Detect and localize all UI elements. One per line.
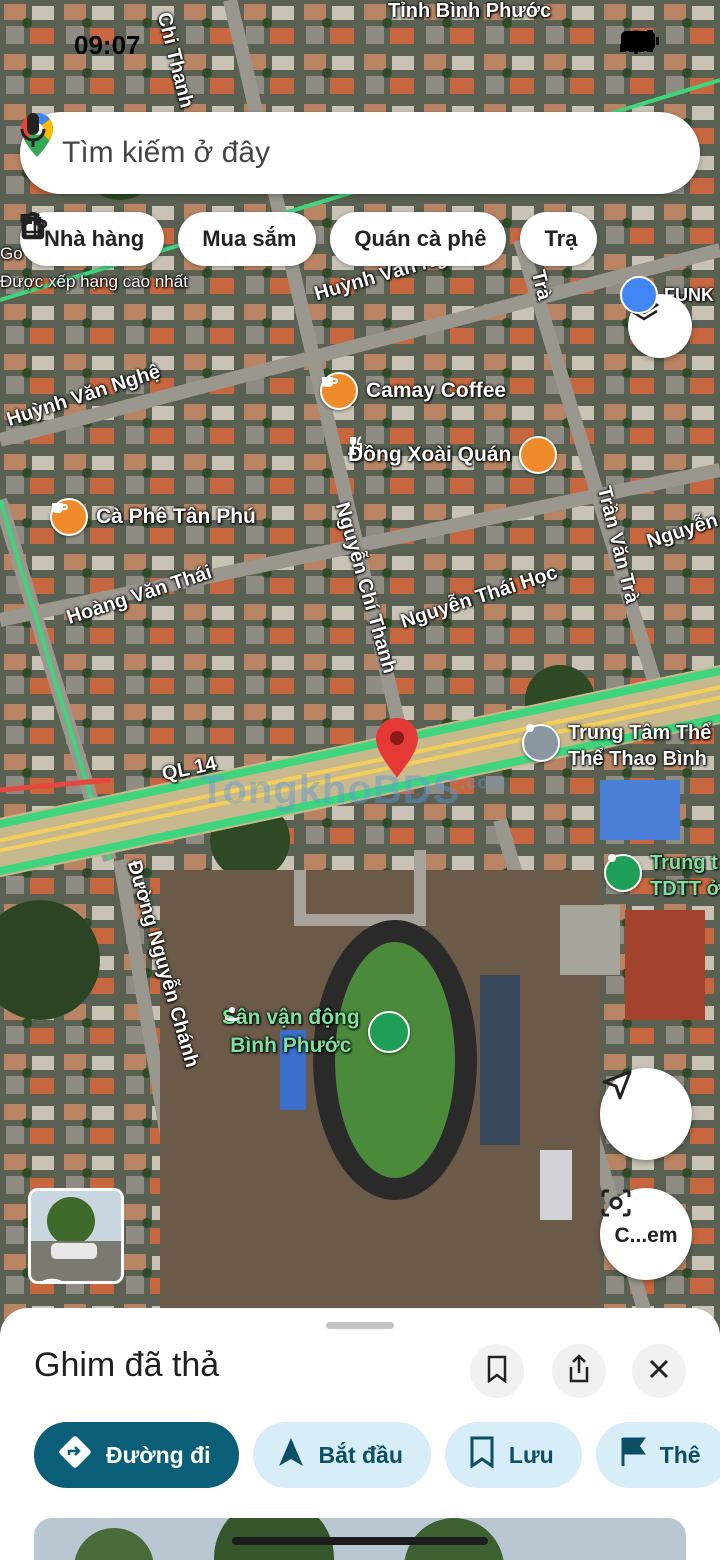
action-label: Đường đi bbox=[106, 1441, 211, 1468]
bookmark-icon bbox=[469, 1436, 495, 1474]
accessibility-poi-icon bbox=[620, 276, 658, 314]
category-chips: Nhà hàng Mua sắm Quán cà phê Trạ bbox=[20, 212, 598, 266]
poi-ca-phe-tan-phu[interactable]: Cà Phê Tân Phú bbox=[50, 498, 256, 536]
map-view[interactable]: TongkhoBDS.com Tỉnh Bình Phước Được xếp … bbox=[0, 0, 720, 1330]
street-view-thumbnail[interactable] bbox=[28, 1188, 124, 1284]
chip-gas-stations[interactable]: Trạ bbox=[21, 212, 598, 266]
stadium-icon bbox=[225, 1007, 410, 1053]
home-indicator[interactable] bbox=[232, 1537, 488, 1545]
poi-label: Trung Tâm Thể bbox=[568, 722, 712, 744]
directions-button[interactable]: Đường đi bbox=[34, 1422, 239, 1488]
action-label: Thê bbox=[659, 1441, 701, 1468]
chip-shopping[interactable]: Mua sắm bbox=[21, 212, 317, 266]
poi-trung-tam-the-thao[interactable]: Trung Tâm Thể Thể Thao Bình bbox=[522, 720, 711, 772]
navigation-arrow-icon bbox=[277, 1436, 305, 1474]
poi-san-van-dong[interactable]: Sân vận động Bình Phước bbox=[222, 1004, 410, 1060]
restaurant-icon bbox=[350, 436, 558, 474]
poi-label: Đồng Xoài Quán bbox=[348, 443, 512, 466]
camera-button-label: C...em bbox=[614, 1224, 678, 1247]
share-button[interactable] bbox=[552, 1344, 606, 1398]
start-button[interactable]: Bắt đầu bbox=[252, 1422, 431, 1488]
region-label: Tỉnh Bình Phước bbox=[388, 0, 552, 22]
camera-search-button[interactable]: C...em bbox=[600, 1188, 692, 1280]
my-location-button[interactable] bbox=[600, 1068, 692, 1160]
poi-label: Sân vận động bbox=[222, 1006, 360, 1029]
drag-handle[interactable] bbox=[326, 1322, 394, 1329]
poi-trung-tdtt[interactable]: Trung t TDTT ở bbox=[604, 850, 720, 902]
close-button[interactable] bbox=[632, 1344, 686, 1398]
poi-label: TDTT ở bbox=[650, 878, 720, 900]
place-icon bbox=[604, 854, 642, 892]
watermark: TongkhoBDS.com bbox=[200, 768, 507, 812]
bookmark-icon bbox=[486, 1355, 508, 1388]
rated-label: Được xếp hạng cao nhất bbox=[0, 272, 188, 291]
poi-label: Thể Thao Bình bbox=[568, 748, 707, 770]
poi-camay-coffee[interactable]: Camay Coffee bbox=[320, 372, 506, 410]
close-icon bbox=[648, 1358, 670, 1385]
street-view-image bbox=[31, 1191, 121, 1281]
save-button[interactable]: Lưu bbox=[444, 1422, 582, 1488]
place-bottom-sheet[interactable]: Ghim đã thả Đường đi Bắt đầu Lưu Thê bbox=[0, 1308, 720, 1560]
action-label: Bắt đầu bbox=[318, 1441, 403, 1468]
share-icon bbox=[567, 1353, 591, 1389]
status-time: 09:07 bbox=[74, 30, 141, 60]
poi-label: Cà Phê Tân Phú bbox=[96, 505, 256, 528]
save-bookmark-button[interactable] bbox=[470, 1344, 524, 1398]
action-label: Lưu bbox=[508, 1441, 554, 1468]
place-title: Ghim đã thả bbox=[34, 1346, 220, 1384]
flag-icon bbox=[620, 1436, 646, 1474]
add-label-button[interactable]: Thê bbox=[595, 1422, 720, 1488]
search-bar[interactable]: Tìm kiếm ở đây bbox=[20, 112, 700, 194]
poi-label: Trung t bbox=[650, 852, 718, 874]
coffee-icon bbox=[320, 372, 358, 410]
poi-dong-xoai-quan[interactable]: Đồng Xoài Quán bbox=[348, 436, 558, 474]
search-input[interactable]: Tìm kiếm ở đây bbox=[62, 136, 672, 170]
chip-cafes[interactable]: Quán cà phê bbox=[21, 212, 507, 266]
poi-label: Bình Phước bbox=[230, 1034, 352, 1057]
chip-label: Trạ bbox=[544, 226, 578, 251]
chip-label: Quán cà phê bbox=[354, 226, 487, 251]
chip-label: Mua sắm bbox=[202, 226, 297, 251]
directions-icon bbox=[58, 1435, 92, 1475]
place-icon bbox=[522, 724, 560, 762]
dropped-pin-icon[interactable] bbox=[374, 716, 420, 780]
chip-label: Nhà hàng bbox=[44, 226, 145, 251]
poi-label: Camay Coffee bbox=[366, 379, 507, 402]
action-buttons: Đường đi Bắt đầu Lưu Thê bbox=[34, 1422, 720, 1488]
coffee-icon bbox=[50, 498, 88, 536]
